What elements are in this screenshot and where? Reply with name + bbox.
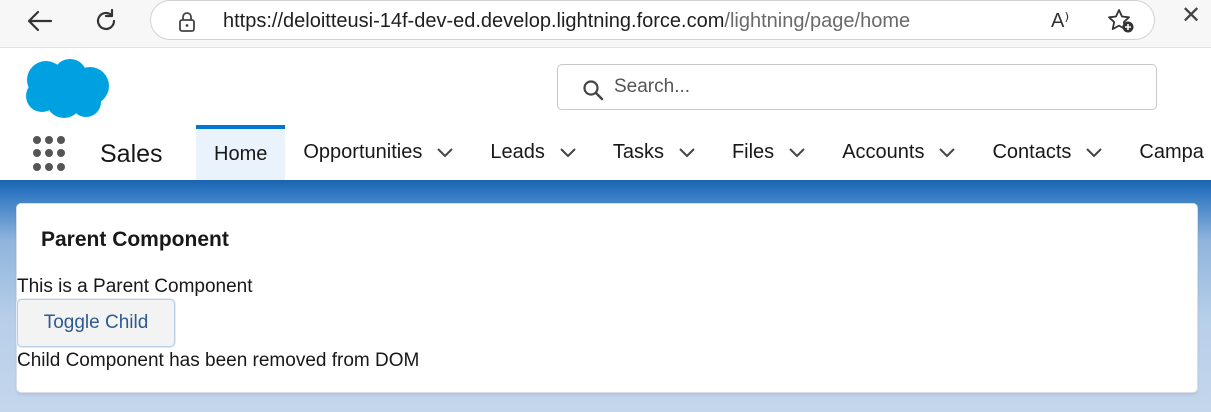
tab-campaigns[interactable]: Campa bbox=[1121, 125, 1203, 180]
tab-tasks[interactable]: Tasks bbox=[595, 125, 714, 180]
app-header: Sales Home Opportunities Leads Tasks Fil… bbox=[0, 48, 1211, 180]
tab-accounts[interactable]: Accounts bbox=[824, 125, 974, 180]
chevron-down-icon[interactable] bbox=[436, 147, 454, 159]
chevron-down-icon[interactable] bbox=[788, 147, 806, 159]
tab-label: Home bbox=[214, 143, 268, 165]
lock-icon bbox=[179, 12, 195, 32]
tab-contacts[interactable]: Contacts bbox=[974, 125, 1121, 180]
chevron-down-icon[interactable] bbox=[1085, 147, 1103, 159]
chevron-down-icon[interactable] bbox=[678, 147, 696, 159]
salesforce-logo-icon bbox=[26, 59, 109, 118]
url-host: https://deloitteusi-14f-dev-ed.develop.l… bbox=[223, 10, 725, 32]
search-icon bbox=[583, 80, 604, 101]
chevron-down-icon[interactable] bbox=[938, 147, 956, 159]
tab-label: Files bbox=[731, 141, 775, 163]
app-launcher-icon[interactable] bbox=[33, 136, 69, 172]
reload-icon bbox=[96, 8, 116, 30]
parent-component-card: Parent Component This is a Parent Compon… bbox=[16, 203, 1198, 393]
app-name: Sales bbox=[100, 140, 163, 168]
status-message: Child Component has been removed from DO… bbox=[17, 350, 420, 371]
global-search[interactable] bbox=[557, 64, 1157, 110]
nav-tabs: Home Opportunities Leads Tasks Files Acc… bbox=[196, 125, 1204, 180]
url-path: /lightning/page/home bbox=[724, 10, 911, 32]
tab-label: Tasks bbox=[612, 141, 664, 163]
tab-label: Opportunities bbox=[303, 141, 423, 163]
toggle-child-button[interactable]: Toggle Child bbox=[17, 299, 175, 347]
tab-label: Campa bbox=[1139, 141, 1204, 163]
chevron-down-icon[interactable] bbox=[559, 147, 577, 159]
browser-toolbar: https://deloitteusi-14f-dev-ed.develop.l… bbox=[0, 0, 1211, 48]
tab-label: Accounts bbox=[842, 141, 925, 163]
favorite-add-icon[interactable] bbox=[1106, 7, 1136, 35]
reload-button[interactable] bbox=[88, 6, 124, 36]
close-icon: ✕ bbox=[1181, 2, 1202, 29]
tab-label: Leads bbox=[490, 141, 545, 163]
arrow-left-icon bbox=[27, 10, 53, 32]
tab-files[interactable]: Files bbox=[714, 125, 824, 180]
address-bar[interactable]: https://deloitteusi-14f-dev-ed.develop.l… bbox=[150, 0, 1155, 40]
tab-home[interactable]: Home bbox=[196, 125, 286, 180]
read-aloud-icon[interactable]: A⁾ bbox=[1051, 8, 1069, 33]
search-input[interactable] bbox=[614, 73, 1134, 101]
tab-opportunities[interactable]: Opportunities bbox=[285, 125, 472, 180]
back-button[interactable] bbox=[22, 6, 58, 36]
card-title: Parent Component bbox=[41, 228, 229, 251]
tab-leads[interactable]: Leads bbox=[472, 125, 595, 180]
tab-label: Contacts bbox=[992, 141, 1072, 163]
card-description: This is a Parent Component bbox=[17, 276, 253, 297]
url-text: https://deloitteusi-14f-dev-ed.develop.l… bbox=[223, 10, 910, 33]
close-window-button[interactable]: ✕ bbox=[1177, 4, 1205, 40]
